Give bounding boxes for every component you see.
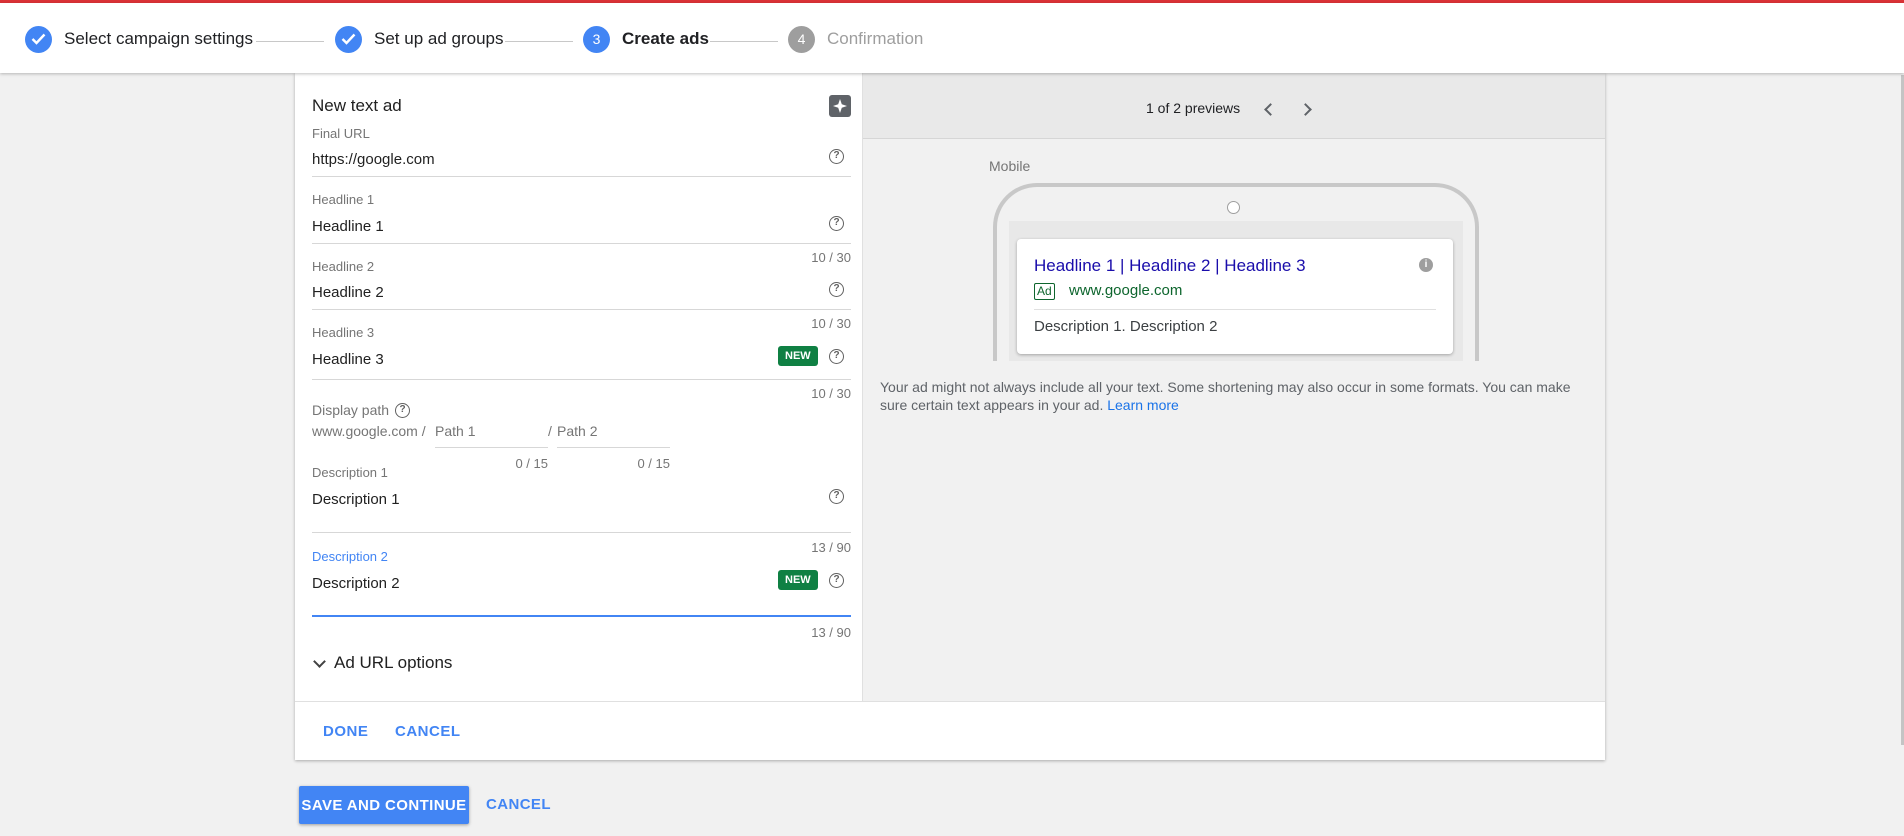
previous-preview-button[interactable] [1260, 99, 1280, 119]
cancel-edit-button[interactable]: CANCEL [395, 723, 461, 740]
phone-screen: Headline 1 | Headline 2 | Headline 3 i A… [1009, 221, 1463, 361]
step-number: 3 [583, 25, 610, 53]
chevron-right-icon [1298, 102, 1312, 116]
ad-headline: Headline 1 | Headline 2 | Headline 3 [1034, 256, 1306, 275]
path1-counter: 0 / 15 [515, 456, 548, 471]
help-icon[interactable]: ? [829, 282, 844, 297]
help-icon[interactable]: ? [829, 349, 844, 364]
ad-divider [1034, 309, 1436, 310]
description1-input[interactable]: Description 1 [312, 491, 400, 508]
path-separator: / [548, 423, 552, 439]
step-ad-groups[interactable]: Set up ad groups [335, 25, 503, 53]
ad-preview: 1 of 2 previews Mobile Headline 1 | Head… [863, 73, 1605, 701]
cancel-button[interactable]: CANCEL [486, 796, 551, 813]
footer-divider [295, 701, 1605, 702]
chevron-left-icon [1263, 102, 1277, 116]
headline2-counter: 10 / 30 [811, 316, 851, 331]
input-underline [435, 447, 548, 448]
step-confirmation: 4 Confirmation [788, 25, 923, 53]
headline2-input[interactable]: Headline 2 [312, 284, 384, 301]
phone-frame: Headline 1 | Headline 2 | Headline 3 i A… [993, 183, 1479, 361]
check-icon [25, 25, 52, 53]
headline1-input[interactable]: Headline 1 [312, 218, 384, 235]
ad-display-url: www.google.com [1069, 282, 1183, 299]
next-preview-button[interactable] [1295, 99, 1315, 119]
ad-url-options-label: Ad URL options [334, 653, 453, 672]
text-ad-form: New text ad Final URL https://google.com… [295, 73, 862, 701]
preview-toolbar: 1 of 2 previews [863, 73, 1605, 139]
description1-label: Description 1 [312, 465, 388, 480]
final-url-input[interactable]: https://google.com [312, 151, 435, 168]
ad-strength-icon[interactable] [829, 95, 851, 117]
input-underline [312, 243, 851, 244]
device-label: Mobile [989, 158, 1031, 174]
headline3-input[interactable]: Headline 3 [312, 351, 384, 368]
headline1-label: Headline 1 [312, 192, 375, 207]
display-path-domain: www.google.com [312, 423, 418, 439]
help-icon[interactable]: ? [829, 489, 844, 504]
input-underline [312, 176, 851, 177]
form-title: New text ad [312, 96, 402, 115]
done-button[interactable]: DONE [323, 723, 368, 740]
save-and-continue-button[interactable]: SAVE AND CONTINUE [299, 786, 469, 824]
help-icon[interactable]: ? [829, 149, 844, 164]
learn-more-link[interactable]: Learn more [1107, 397, 1179, 413]
display-path-heading: Display path ? [312, 402, 411, 418]
step-connector [505, 41, 573, 42]
preview-disclaimer: Your ad might not always include all you… [880, 378, 1592, 414]
headline3-label: Headline 3 [312, 325, 375, 340]
path2-counter: 0 / 15 [637, 456, 670, 471]
ad-editor-panel: New text ad Final URL https://google.com… [295, 73, 1605, 760]
info-icon[interactable]: i [1419, 258, 1433, 272]
description2-input[interactable]: Description 2 [312, 575, 400, 592]
help-icon[interactable]: ? [395, 402, 411, 418]
input-underline-focused [312, 615, 851, 617]
disclaimer-text: Your ad might not always include all you… [880, 379, 1571, 413]
path1-input[interactable]: Path 1 [435, 423, 475, 439]
ad-label-badge: Ad [1034, 283, 1055, 300]
ad-description: Description 1. Description 2 [1034, 318, 1218, 335]
check-icon [335, 25, 362, 53]
headline2-label: Headline 2 [312, 259, 375, 274]
new-badge: NEW [778, 570, 818, 590]
phone-speaker [1227, 201, 1240, 214]
input-underline [312, 379, 851, 380]
step-create-ads[interactable]: 3 Create ads [583, 25, 709, 53]
input-underline [312, 532, 851, 533]
step-connector [256, 41, 324, 42]
headline3-counter: 10 / 30 [811, 386, 851, 401]
new-badge: NEW [778, 346, 818, 366]
description2-counter: 13 / 90 [811, 625, 851, 640]
final-url-label: Final URL [312, 126, 370, 141]
ad-card: Headline 1 | Headline 2 | Headline 3 i A… [1017, 239, 1453, 354]
step-number: 4 [788, 25, 815, 53]
ad-url-options-toggle[interactable]: Ad URL options [312, 653, 452, 673]
headline1-counter: 10 / 30 [811, 250, 851, 265]
description1-counter: 13 / 90 [811, 540, 851, 555]
input-underline [312, 309, 851, 310]
step-label: Select campaign settings [64, 29, 253, 48]
description2-label: Description 2 [312, 549, 388, 564]
preview-count: 1 of 2 previews [1146, 100, 1241, 116]
chevron-down-icon [313, 654, 326, 668]
step-connector [710, 41, 778, 42]
progress-stepper: Select campaign settings Set up ad group… [0, 3, 1904, 73]
display-path-base: www.google.com / [312, 423, 426, 439]
path2-input[interactable]: Path 2 [557, 423, 597, 439]
step-label: Create ads [622, 29, 709, 48]
step-campaign-settings[interactable]: Select campaign settings [25, 25, 253, 53]
help-icon[interactable]: ? [829, 573, 844, 588]
step-label: Confirmation [827, 29, 924, 48]
help-icon[interactable]: ? [829, 216, 844, 231]
input-underline [557, 447, 670, 448]
step-label: Set up ad groups [374, 29, 504, 48]
display-path-label: Display path [312, 402, 390, 418]
path-separator: / [421, 423, 426, 439]
